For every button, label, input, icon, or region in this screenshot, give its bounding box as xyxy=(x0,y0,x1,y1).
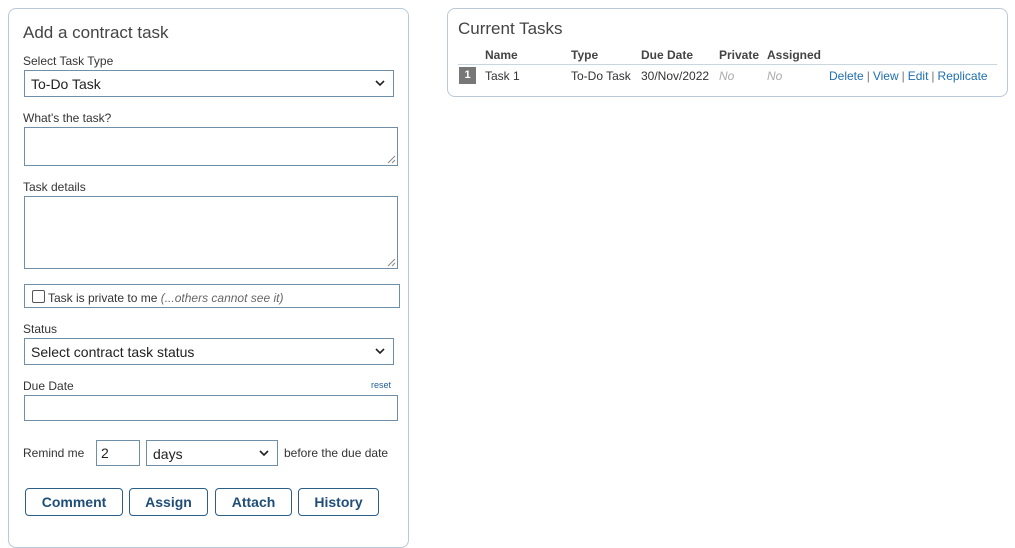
whats-task-label: What's the task? xyxy=(23,111,112,125)
task-details-label: Task details xyxy=(23,180,86,194)
private-checkbox[interactable] xyxy=(32,290,45,303)
column-header-private: Private xyxy=(719,48,760,62)
status-label: Status xyxy=(23,322,58,336)
private-option: Task is private to me (...others cannot … xyxy=(24,284,400,308)
header-divider xyxy=(458,64,997,65)
task-type-label: Select Task Type xyxy=(23,54,114,68)
remind-suffix: before the due date xyxy=(284,446,389,460)
add-task-panel: Add a contract task Select Task Type To-… xyxy=(8,8,409,548)
private-hint: (...others cannot see it) xyxy=(160,291,284,305)
separator: | xyxy=(901,69,905,83)
task-assigned-cell: No xyxy=(767,69,783,83)
current-tasks-panel: Current Tasks Name Type Due Date Private… xyxy=(447,8,1008,97)
separator: | xyxy=(866,69,870,83)
row-number-badge: 1 xyxy=(459,67,476,84)
status-select[interactable]: Select contract task status xyxy=(24,338,394,365)
due-date-input[interactable] xyxy=(24,395,398,421)
whats-task-textarea[interactable] xyxy=(24,127,398,166)
edit-link[interactable]: Edit xyxy=(908,69,929,83)
task-type-value: To-Do Task xyxy=(31,76,101,92)
attach-button[interactable]: Attach xyxy=(215,488,292,516)
row-actions: Delete | View | Edit | Replicate xyxy=(829,69,988,83)
resize-grip-icon[interactable] xyxy=(387,155,396,164)
replicate-link[interactable]: Replicate xyxy=(938,69,988,83)
task-private-cell: No xyxy=(719,69,735,83)
add-task-title: Add a contract task xyxy=(23,23,169,42)
chevron-down-icon xyxy=(375,348,385,355)
due-date-reset-link[interactable]: reset xyxy=(371,380,391,390)
resize-grip-icon[interactable] xyxy=(387,258,396,267)
remind-label: Remind me xyxy=(23,446,85,460)
history-button[interactable]: History xyxy=(298,488,379,516)
chevron-down-icon xyxy=(259,450,269,457)
remind-unit-value: days xyxy=(153,446,183,462)
task-due-date-cell: 30/Nov/2022 xyxy=(641,69,710,83)
task-details-textarea[interactable] xyxy=(24,196,398,269)
column-header-name: Name xyxy=(485,48,518,62)
remind-unit-select[interactable]: days xyxy=(146,440,278,466)
private-label-text: Task is private to me xyxy=(48,291,158,305)
private-label[interactable]: Task is private to me (...others cannot … xyxy=(48,291,283,305)
current-tasks-title: Current Tasks xyxy=(458,19,563,38)
remind-value-input[interactable]: 2 xyxy=(96,440,140,466)
task-type-select[interactable]: To-Do Task xyxy=(24,70,394,97)
column-header-assigned: Assigned xyxy=(767,48,822,62)
due-date-label: Due Date xyxy=(23,379,74,393)
column-header-due-date: Due Date xyxy=(641,48,694,62)
view-link[interactable]: View xyxy=(873,69,899,83)
separator: | xyxy=(931,69,935,83)
task-type-cell: To-Do Task xyxy=(571,69,631,83)
chevron-down-icon xyxy=(375,80,385,87)
column-header-type: Type xyxy=(571,48,599,62)
task-name-cell: Task 1 xyxy=(485,69,520,83)
comment-button[interactable]: Comment xyxy=(25,488,123,516)
delete-link[interactable]: Delete xyxy=(829,69,864,83)
assign-button[interactable]: Assign xyxy=(129,488,208,516)
status-value: Select contract task status xyxy=(31,344,195,360)
